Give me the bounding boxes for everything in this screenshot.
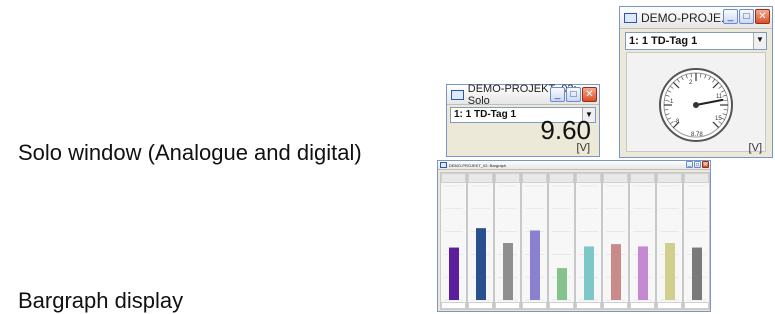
bargraph-display [440,172,710,310]
gauge-window-titlebar[interactable]: DEMO-PROJE... _ □ ✕ [620,7,772,29]
bargraph-channel-header [522,173,547,183]
close-icon[interactable]: ✕ [582,87,597,102]
analog-gauge: -8 -1 2 11 15 8.78 [659,68,733,142]
bargraph-bar [638,246,648,300]
bargraph-caption: Bargraph display [18,288,184,313]
solo-channel-value: 1: 1 TD-Tag 1 [454,109,517,120]
bargraph-channel-header [630,173,655,183]
bargraph-value-footer [549,302,574,309]
bargraph-value-footer [657,302,682,309]
minimize-icon[interactable]: _ [723,9,738,24]
bargraph-value-footer [576,302,601,309]
bargraph-value-footer [684,302,709,309]
gauge-channel-select[interactable]: 1: 1 TD-Tag 1 ▼ [625,32,767,50]
solo-unit-label: [V] [576,142,590,154]
bargraph-channel-header [576,173,601,183]
gauge-readout: 8.78 [691,132,703,138]
bargraph-bar [530,230,540,300]
bargraph-bar [665,243,675,300]
bargraph-channel-header [549,173,574,183]
solo-window-caption: Solo window (Analogue and digital) [18,140,362,165]
bargraph-window-title: DEMO-PROJEKT_02: Bargraph [449,162,507,168]
solo-window[interactable]: DEMO-PROJEKT_02: Solo _ □ ✕ 1: 1 TD-Tag … [446,83,600,157]
bargraph-value-footer [468,302,493,309]
chevron-down-icon[interactable]: ▼ [753,33,766,49]
gauge-window-title: DEMO-PROJE... [641,10,732,25]
bargraph-channel-header [603,173,628,183]
bargraph-bar [611,244,621,300]
bargraph-channel-header [684,173,709,183]
gauge-scale-label: -1 [668,99,674,105]
bargraph-channel-header [441,173,466,183]
bargraph-channel-header [468,173,493,183]
bargraph-value-footer [603,302,628,309]
bargraph-value-footer [522,302,547,309]
bargraph-bar [476,228,486,300]
gauge-needle-hub [693,102,699,108]
bargraph-value-footer [630,302,655,309]
solo-window-titlebar[interactable]: DEMO-PROJEKT_02: Solo _ □ ✕ [447,83,599,107]
bargraph-value-footer [441,302,466,309]
gauge-unit-label: [V] [748,142,762,154]
close-icon[interactable]: ✕ [755,9,770,24]
bargraph-bar [503,243,513,300]
maximize-icon[interactable]: □ [694,161,701,168]
window-app-icon [451,89,464,100]
bargraph-bar [692,247,702,300]
minimize-icon[interactable]: _ [550,87,565,102]
maximize-icon[interactable]: □ [566,87,581,102]
bargraph-window[interactable]: DEMO-PROJEKT_02: Bargraph _ □ ✕ [437,160,711,312]
bargraph-value-footer [495,302,520,309]
bargraph-bar [449,247,459,300]
window-app-icon [624,12,637,23]
bargraph-bar [584,246,594,300]
close-icon[interactable]: ✕ [702,161,709,168]
window-app-icon [440,162,447,168]
bargraph-window-titlebar[interactable]: DEMO-PROJEKT_02: Bargraph _ □ ✕ [438,161,710,170]
gauge-panel: -8 -1 2 11 15 8.78 [626,52,766,152]
minimize-icon[interactable]: _ [686,161,693,168]
gauge-scale-label: -8 [674,119,680,125]
bargraph-channel-header [657,173,682,183]
bargraph-bar [557,268,567,300]
maximize-icon[interactable]: □ [739,9,754,24]
bargraph-channel-header [495,173,520,183]
gauge-window[interactable]: DEMO-PROJE... _ □ ✕ 1: 1 TD-Tag 1 ▼ -8 -… [619,6,773,158]
gauge-scale-label: 15 [715,116,722,122]
gauge-channel-value: 1: 1 TD-Tag 1 [629,35,698,47]
